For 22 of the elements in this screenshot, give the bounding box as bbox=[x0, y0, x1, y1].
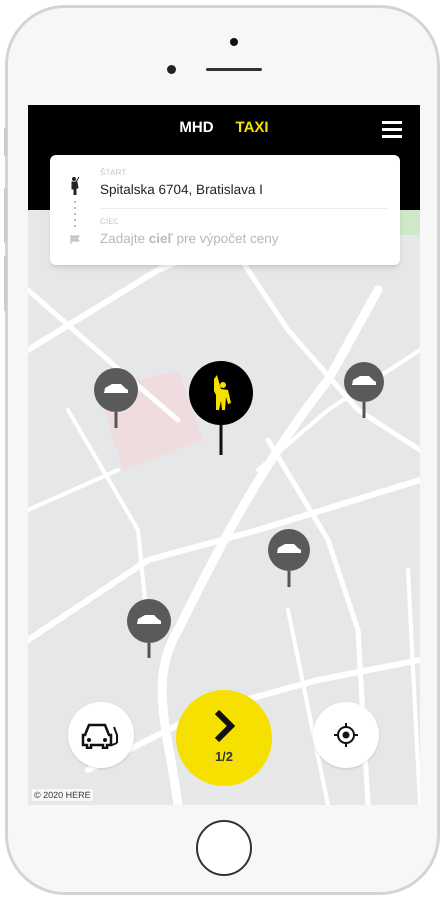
car-icon bbox=[81, 721, 121, 749]
dotted-line bbox=[73, 201, 77, 227]
start-address-field[interactable]: Spitalska 6704, Bratislava I bbox=[100, 180, 388, 200]
person-icon bbox=[70, 177, 80, 195]
page-counter: 1/2 bbox=[214, 748, 234, 766]
flag-icon bbox=[70, 235, 80, 244]
tab[interactable]: TAXI bbox=[236, 117, 269, 140]
tab[interactable]: MHD bbox=[179, 117, 214, 140]
taxi-marker[interactable] bbox=[344, 362, 384, 418]
taxi-marker[interactable] bbox=[268, 529, 310, 587]
map-attribution: © 2020 HERE bbox=[32, 789, 93, 801]
taxi-marker[interactable] bbox=[127, 599, 171, 658]
field-label: CIEĽ bbox=[100, 216, 120, 228]
speaker-slot bbox=[206, 68, 262, 71]
field-label: ŠTART bbox=[100, 167, 128, 179]
locate-icon bbox=[334, 723, 358, 747]
camera-icon bbox=[230, 38, 238, 46]
chevron-right-icon bbox=[213, 709, 235, 744]
menu-icon[interactable] bbox=[382, 121, 402, 138]
taxi-marker[interactable] bbox=[94, 368, 138, 428]
sensor-icon bbox=[167, 65, 176, 74]
person-marker[interactable] bbox=[189, 361, 253, 455]
